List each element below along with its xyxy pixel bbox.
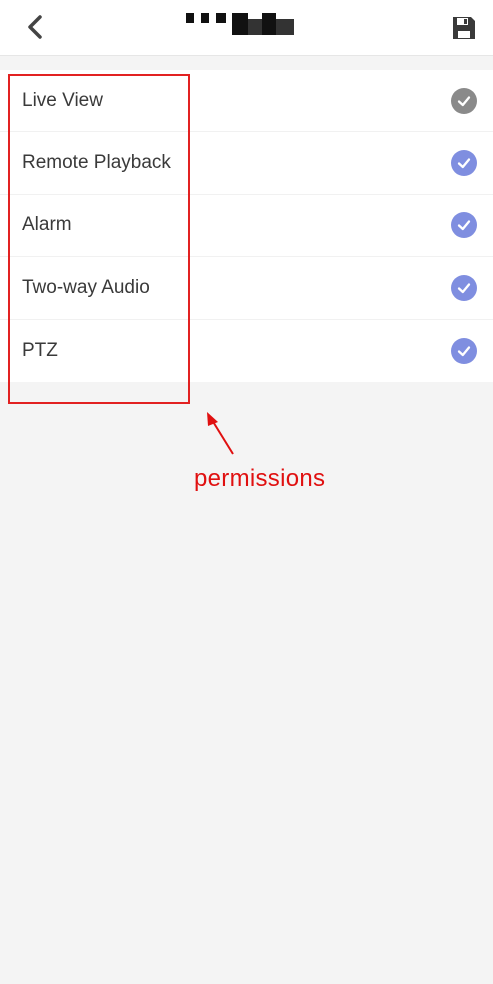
chevron-left-icon <box>28 15 42 39</box>
annotation-box <box>8 74 190 404</box>
back-button[interactable] <box>20 12 50 42</box>
redacted-title <box>186 13 294 39</box>
check-icon[interactable] <box>451 212 477 239</box>
annotation-label: permissions <box>194 465 326 492</box>
check-icon[interactable] <box>451 337 477 364</box>
annotation-arrow <box>207 412 234 455</box>
check-icon[interactable] <box>451 274 477 301</box>
top-bar <box>0 0 493 56</box>
save-button[interactable] <box>449 13 479 43</box>
floppy-disk-icon <box>453 17 475 39</box>
check-icon[interactable] <box>451 87 477 114</box>
check-icon[interactable] <box>451 150 477 177</box>
